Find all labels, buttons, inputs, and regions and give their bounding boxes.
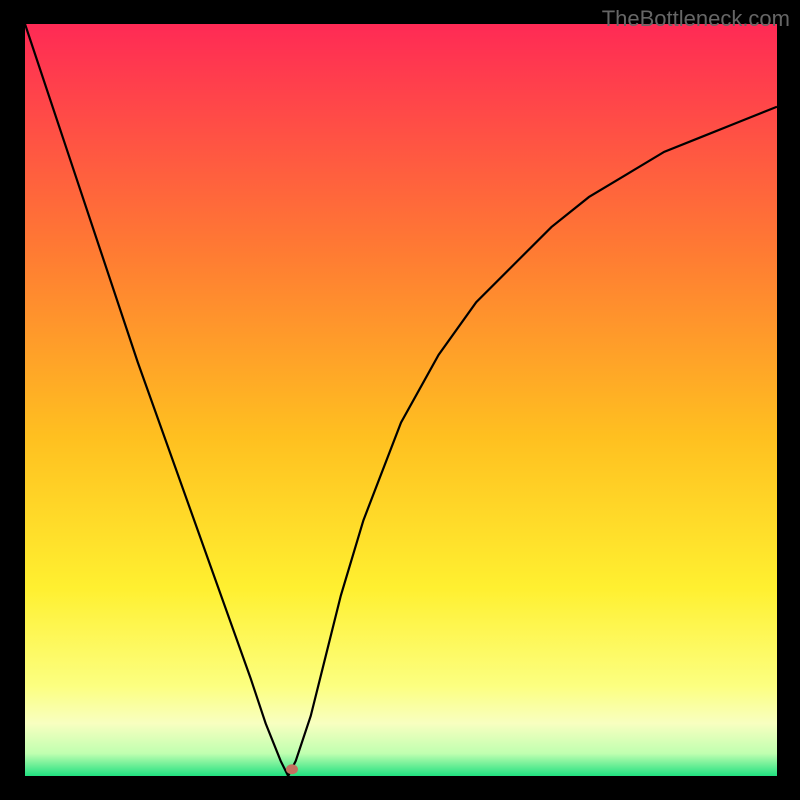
optimum-marker bbox=[286, 764, 298, 774]
chart-background bbox=[25, 24, 777, 776]
chart-svg bbox=[25, 24, 777, 776]
bottleneck-chart bbox=[25, 24, 777, 776]
attribution-text: TheBottleneck.com bbox=[602, 6, 790, 32]
